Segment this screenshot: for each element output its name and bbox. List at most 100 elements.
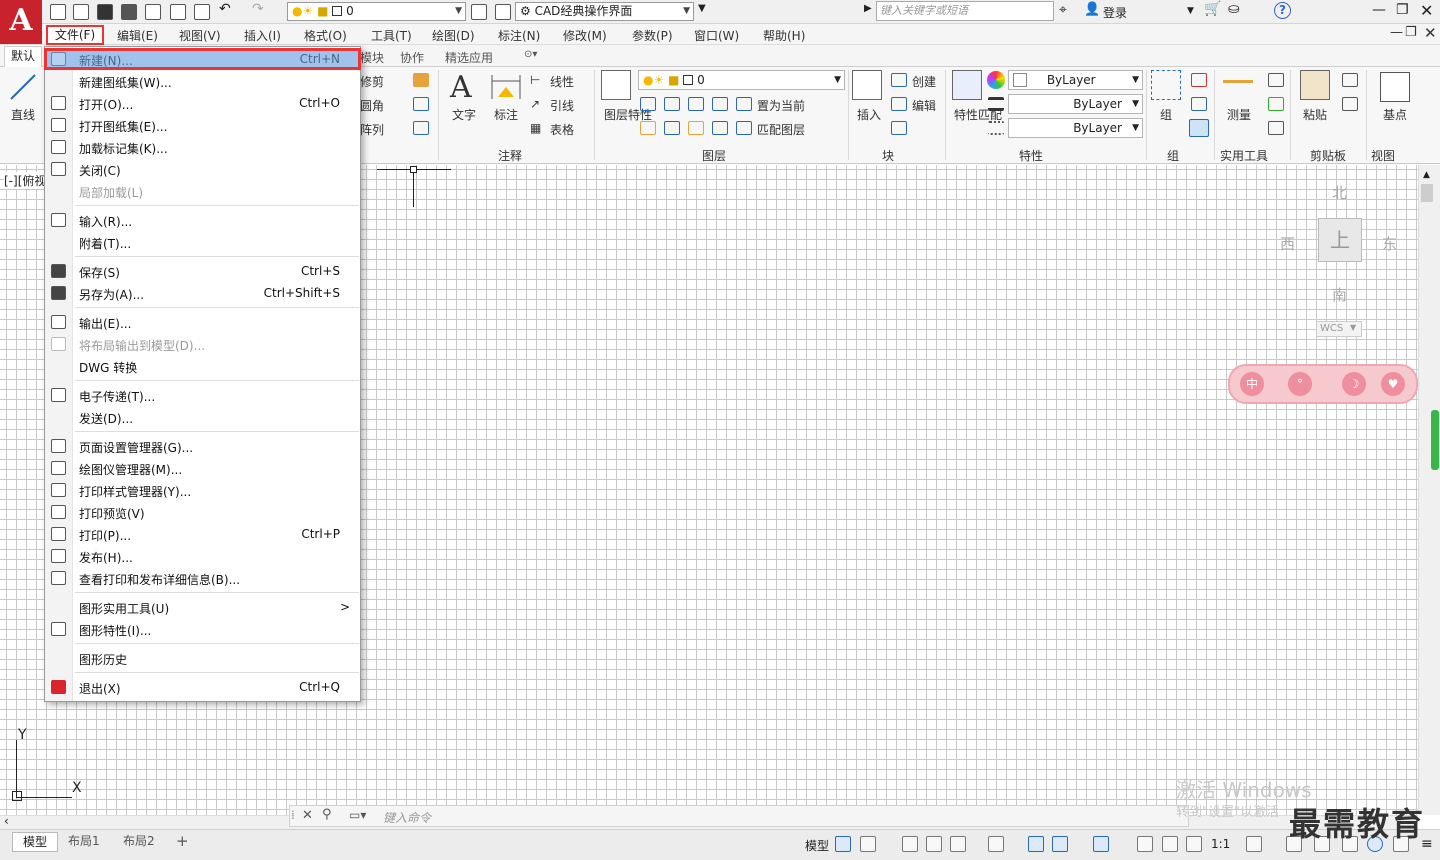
- file-menu-item[interactable]: 打开图纸集(E)...: [45, 114, 360, 136]
- match-properties-button[interactable]: 特性匹配: [954, 107, 1002, 123]
- fillet-button[interactable]: 圆角: [360, 97, 384, 114]
- file-menu-item[interactable]: 打印样式管理器(Y)...: [45, 479, 360, 501]
- view-group-title[interactable]: 视图: [1371, 147, 1395, 164]
- tab-featured[interactable]: 精选应用: [445, 49, 493, 66]
- file-menu-item[interactable]: 发送(D)...: [45, 406, 360, 428]
- dynamic-input-icon[interactable]: [926, 836, 942, 852]
- group-icon[interactable]: [1151, 70, 1181, 100]
- ungroup-icon[interactable]: [1191, 73, 1207, 87]
- workspace-gear-icon[interactable]: [1246, 836, 1262, 852]
- viewport-label[interactable]: [-][俯视: [4, 172, 47, 189]
- viewcube-south[interactable]: 南: [1332, 284, 1347, 305]
- pink-icon[interactable]: ☽: [1342, 372, 1366, 396]
- menu-insert[interactable]: 插入(I): [244, 27, 281, 44]
- help-icon[interactable]: ?: [1274, 2, 1291, 19]
- create-block-button[interactable]: 创建: [912, 73, 936, 90]
- close-icon[interactable]: ✕: [1420, 1, 1433, 20]
- text-button[interactable]: 文字: [452, 106, 476, 123]
- copy-icon[interactable]: [413, 97, 429, 111]
- utilities-group-title[interactable]: 实用工具: [1220, 147, 1268, 164]
- tab-module[interactable]: 模块: [360, 49, 384, 66]
- layer-tool-icon[interactable]: [664, 121, 680, 135]
- line-icon[interactable]: [8, 72, 38, 102]
- pink-icon[interactable]: ♥: [1381, 372, 1405, 396]
- file-menu-item[interactable]: 新建图纸集(W)...: [45, 70, 360, 92]
- login-button[interactable]: 登录: [1103, 4, 1127, 21]
- save-icon[interactable]: [97, 4, 113, 20]
- infer-constraints-icon[interactable]: [902, 836, 918, 852]
- menu-draw[interactable]: 绘图(D): [432, 27, 475, 44]
- app-logo[interactable]: A: [0, 0, 42, 44]
- pink-icon[interactable]: 中: [1240, 372, 1264, 396]
- command-input[interactable]: 键入命令: [383, 809, 431, 826]
- copy-clip-icon[interactable]: [1342, 97, 1358, 111]
- layer-tool-icon[interactable]: [688, 121, 704, 135]
- calculator-icon[interactable]: [1268, 121, 1284, 135]
- annotation-group-title[interactable]: 注释: [498, 147, 522, 164]
- layers-group-title[interactable]: 图层: [702, 147, 726, 164]
- utility-icon[interactable]: [1268, 73, 1284, 87]
- text-icon[interactable]: A: [450, 70, 472, 105]
- cut-icon[interactable]: [1342, 73, 1358, 87]
- expand-icon[interactable]: ▶: [864, 3, 872, 14]
- snap-icon[interactable]: [860, 836, 876, 852]
- menu-modify[interactable]: 修改(M): [563, 27, 607, 44]
- group-button[interactable]: 组: [1160, 106, 1172, 123]
- layout-tab-2[interactable]: 布局2: [113, 832, 165, 852]
- viewcube-east[interactable]: 东: [1382, 233, 1397, 254]
- groups-group-title[interactable]: 组: [1167, 147, 1179, 164]
- layer-combo[interactable]: ●☀ ■ 0 ▼: [287, 2, 466, 21]
- file-menu-item[interactable]: DWG 转换: [45, 355, 360, 377]
- tab-collab[interactable]: 协作: [400, 49, 424, 66]
- scroll-thumb[interactable]: [1421, 184, 1433, 202]
- properties-group-title[interactable]: 特性: [1019, 147, 1043, 164]
- group-edit-icon[interactable]: [1191, 97, 1207, 111]
- polar-icon[interactable]: [988, 836, 1004, 852]
- print-icon[interactable]: [194, 4, 210, 20]
- linear-button[interactable]: 线性: [550, 73, 574, 90]
- layer-tool-icon[interactable]: [640, 121, 656, 135]
- file-menu-item[interactable]: 打开(O)... Ctrl+O: [45, 92, 360, 114]
- menu-dimension[interactable]: 标注(N): [498, 27, 540, 44]
- insert-block-icon[interactable]: [852, 70, 882, 100]
- layer-properties-icon[interactable]: [601, 70, 631, 100]
- match-properties-icon[interactable]: [952, 70, 982, 100]
- file-menu-item[interactable]: 输出(E)...: [45, 311, 360, 333]
- grip-icon[interactable]: ⁞: [291, 808, 295, 822]
- file-menu-item[interactable]: 关闭(C): [45, 158, 360, 180]
- file-icon[interactable]: [145, 4, 161, 20]
- line-label[interactable]: 直线: [11, 106, 35, 123]
- offset-icon[interactable]: [413, 121, 429, 135]
- file-menu-item[interactable]: 输入(R)...: [45, 209, 360, 231]
- color-dropdown[interactable]: ByLayer ▼: [1008, 70, 1143, 90]
- workspace-combo[interactable]: ⚙ CAD经典操作界面 ▼: [515, 2, 694, 21]
- tab-default[interactable]: 默认: [4, 46, 42, 67]
- file-menu-item[interactable]: 电子传递(T)...: [45, 384, 360, 406]
- viewcube-west[interactable]: 西: [1280, 233, 1295, 254]
- measure-icon[interactable]: [1223, 80, 1253, 88]
- group-select-icon[interactable]: [1189, 119, 1209, 137]
- binoculars-icon[interactable]: ⌖: [1059, 2, 1067, 18]
- osnap-icon[interactable]: [1028, 836, 1044, 852]
- annotation-monitor-icon[interactable]: [1093, 836, 1109, 852]
- save-as-icon[interactable]: [121, 4, 137, 20]
- viewcube-top-face[interactable]: 上: [1318, 218, 1362, 262]
- linetype-dropdown[interactable]: ByLayer ▼: [1008, 118, 1143, 138]
- grid-icon[interactable]: [835, 836, 851, 852]
- paste-icon[interactable]: [1300, 70, 1330, 100]
- match-layer-button[interactable]: 匹配图层: [757, 121, 805, 138]
- file-menu-item[interactable]: 查看打印和发布详细信息(B)...: [45, 567, 360, 589]
- match-props-icon[interactable]: [471, 4, 487, 20]
- erase-icon[interactable]: [413, 73, 429, 87]
- annotation-scale-value[interactable]: 1:1: [1211, 837, 1230, 851]
- file-menu-item[interactable]: 图形特性(I)...: [45, 618, 360, 640]
- trim-button[interactable]: 修剪: [360, 73, 384, 90]
- file-menu-item[interactable]: 退出(X) Ctrl+Q: [45, 676, 360, 698]
- close-icon[interactable]: ✕: [302, 808, 313, 823]
- file-menu-item[interactable]: 打印预览(V): [45, 501, 360, 523]
- search-input[interactable]: 键入关键字或短语: [876, 1, 1054, 21]
- navigation-bar[interactable]: [1431, 410, 1439, 470]
- dimension-icon[interactable]: [490, 73, 522, 101]
- layout-tab-1[interactable]: 布局1: [58, 832, 110, 852]
- layer-tool-icon[interactable]: [712, 97, 728, 111]
